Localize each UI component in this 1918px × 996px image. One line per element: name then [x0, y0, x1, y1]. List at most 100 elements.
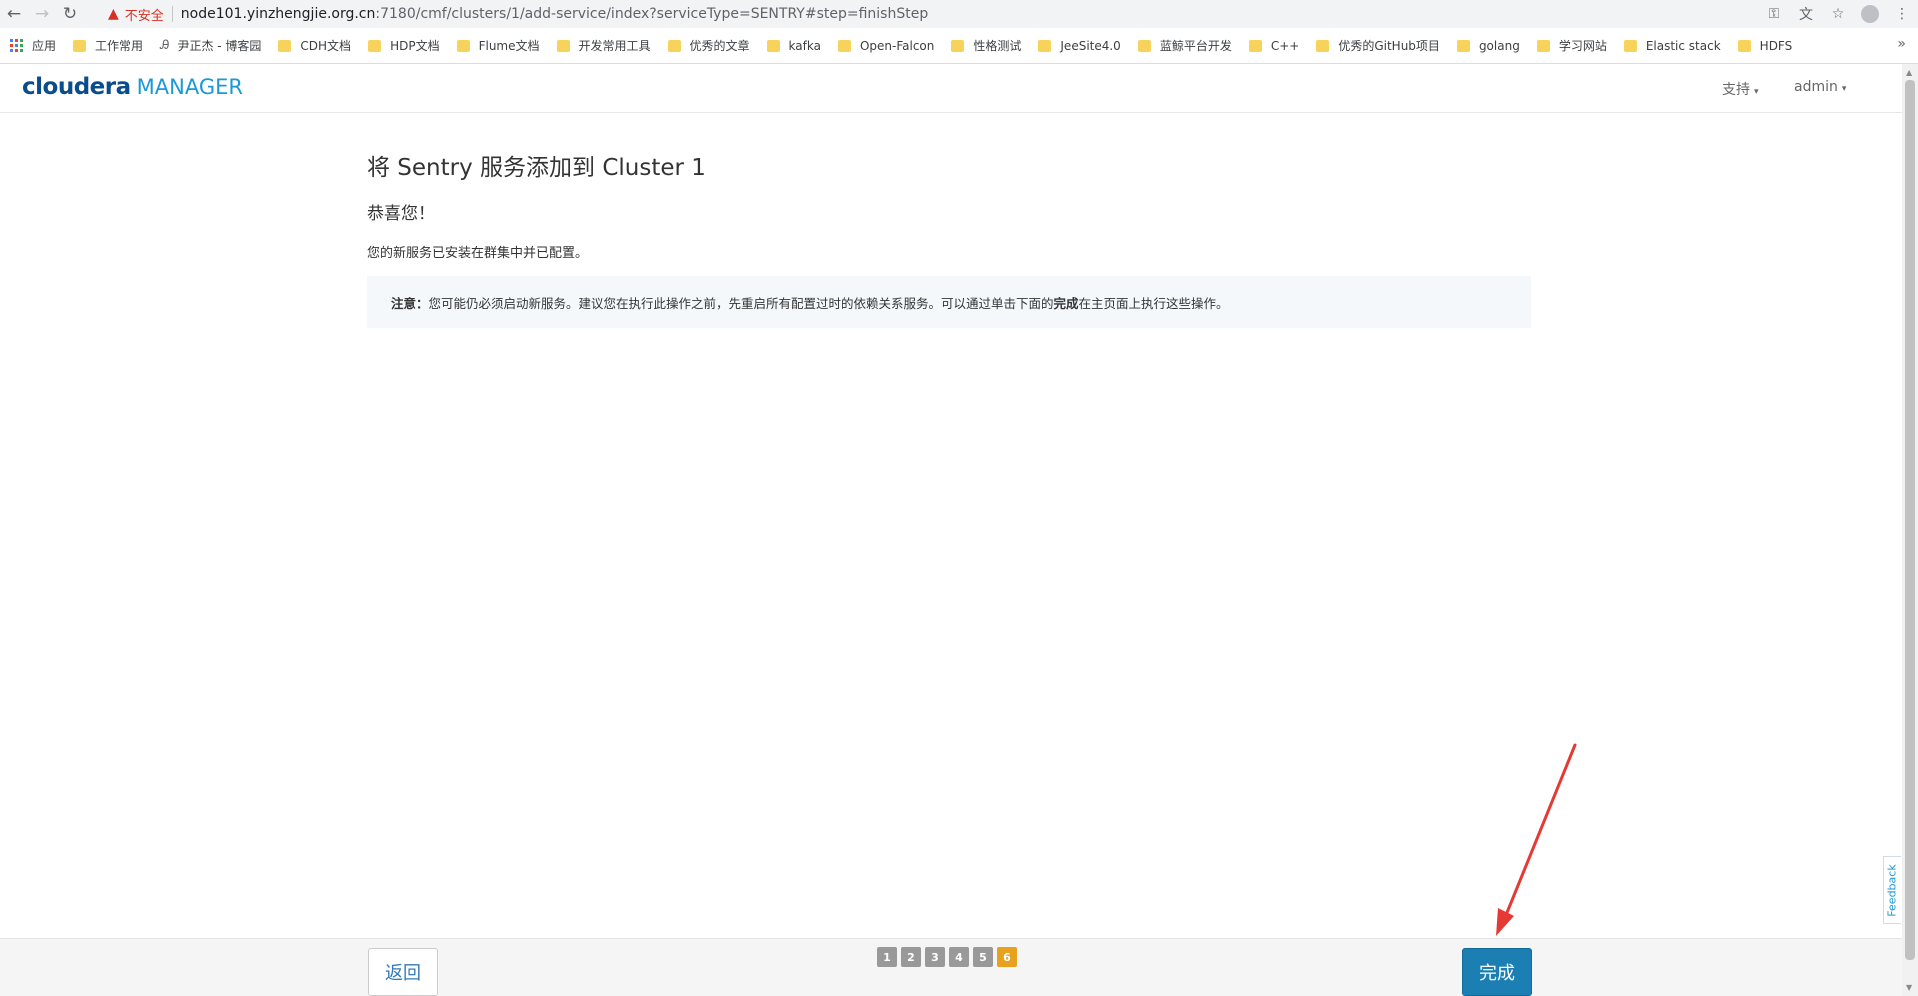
step-5[interactable]: 5	[973, 947, 993, 967]
bookmark-item[interactable]: 学习网站	[1536, 37, 1607, 54]
bookmark-item[interactable]: 优秀的文章	[667, 37, 750, 54]
bookmark-item[interactable]: HDP文档	[368, 37, 440, 54]
bookmark-item[interactable]: kafka	[766, 38, 821, 53]
back-button[interactable]: 返回	[368, 948, 438, 996]
reload-icon[interactable]: ↻	[56, 0, 84, 28]
bookmark-label: C++	[1270, 38, 1300, 53]
bookmark-label: CDH文档	[300, 39, 352, 53]
bookmarks-bar: 应用 工作常用 Ꭿ 尹正杰 - 博客园 CDH文档 HDP文档 Flume文档 开发常用工具…	[0, 28, 1918, 64]
browser-toolbar: ← → ↻ ▲ 不安全 node101.yinzhengjie.org.cn :…	[0, 0, 1918, 28]
caret-down-icon: ▾	[1841, 84, 1847, 94]
bookmark-label: 学习网站	[1558, 39, 1607, 53]
browser-menu-icon[interactable]: ⋮	[1886, 0, 1918, 28]
bookmark-label: 性格测试	[973, 39, 1022, 53]
folder-icon	[1737, 39, 1751, 52]
bookmark-item[interactable]: 工作常用	[73, 37, 143, 54]
bookmark-item[interactable]: Elastic stack	[1623, 39, 1721, 53]
bookmark-apps[interactable]: 应用	[10, 37, 56, 54]
support-menu[interactable]: 支持 ▾	[1722, 79, 1759, 99]
bookmark-label: HDFS	[1759, 38, 1793, 53]
step-6[interactable]: 6	[997, 947, 1017, 967]
cloudera-manager-logo[interactable]: cloudera MANAGER	[22, 74, 243, 100]
folder-icon	[837, 39, 851, 52]
folder-icon	[368, 39, 382, 52]
profile-avatar[interactable]	[1854, 0, 1886, 28]
folder-icon	[1248, 39, 1262, 52]
folder-icon	[73, 39, 87, 52]
page-title: 将 Sentry 服务添加到 Cluster 1	[367, 155, 706, 181]
bookmark-item[interactable]: C++	[1248, 38, 1300, 53]
annotation-arrow-icon	[1496, 743, 1577, 936]
bookmark-list: 工作常用 Ꭿ 尹正杰 - 博客园 CDH文档 HDP文档 Flume文档 开发常用工具 优秀的…	[73, 37, 1809, 54]
bookmark-label: Open-Falcon	[859, 38, 935, 53]
key-icon[interactable]: ⚿	[1758, 0, 1790, 28]
scroll-down-icon[interactable]: ▼	[1906, 983, 1912, 992]
bookmark-item[interactable]: CDH文档	[278, 37, 351, 54]
step-4[interactable]: 4	[949, 947, 969, 967]
bookmark-item[interactable]: 优秀的GitHub项目	[1316, 37, 1440, 54]
bookmark-item[interactable]: JeeSite4.0	[1038, 38, 1121, 53]
note-text-2: 在主页面上执行这些操作。	[1078, 295, 1229, 311]
bookmark-star-icon[interactable]: ☆	[1822, 0, 1854, 28]
bookmark-label: 优秀的文章	[689, 39, 750, 53]
folder-icon	[456, 39, 470, 52]
folder-icon	[556, 39, 570, 52]
bookmark-label: 尹正杰 - 博客园	[177, 39, 262, 53]
folder-icon	[951, 39, 965, 52]
step-1[interactable]: 1	[877, 947, 897, 967]
bookmark-item[interactable]: 开发常用工具	[556, 37, 651, 54]
folder-icon	[278, 39, 292, 52]
bookmark-label: golang	[1478, 38, 1520, 53]
user-label: admin	[1794, 79, 1838, 95]
bookmark-item[interactable]: Open-Falcon	[837, 38, 935, 53]
logo-sub-text: MANAGER	[136, 75, 243, 99]
step-3[interactable]: 3	[925, 947, 945, 967]
bookmark-item[interactable]: Ꭿ 尹正杰 - 博客园	[160, 37, 261, 54]
translate-icon[interactable]: 文	[1790, 0, 1822, 28]
bookmark-item[interactable]: Flume文档	[456, 37, 540, 54]
feedback-label: Feedback	[1886, 863, 1900, 917]
avatar-icon	[1861, 5, 1879, 23]
address-separator	[171, 6, 173, 22]
step-indicator: 123456	[877, 947, 1021, 967]
insecure-label[interactable]: 不安全	[125, 5, 164, 24]
folder-icon	[1536, 39, 1550, 52]
person-icon: Ꭿ	[160, 38, 170, 53]
feedback-tab[interactable]: Feedback	[1883, 856, 1901, 924]
page-scrollbar[interactable]: ▲ ▼	[1902, 64, 1918, 996]
folder-icon	[1456, 39, 1470, 52]
user-menu[interactable]: admin ▾	[1794, 79, 1846, 95]
forward-arrow-icon[interactable]: →	[28, 0, 56, 28]
folder-icon	[1137, 39, 1151, 52]
bookmark-label: JeeSite4.0	[1060, 38, 1121, 53]
scroll-thumb[interactable]	[1905, 80, 1915, 960]
support-label: 支持	[1722, 82, 1750, 98]
apps-grid-icon	[10, 39, 23, 52]
step-2[interactable]: 2	[901, 947, 921, 967]
scroll-up-icon[interactable]: ▲	[1906, 68, 1912, 77]
bookmark-item[interactable]: golang	[1456, 38, 1520, 53]
folder-icon	[667, 39, 681, 52]
finish-button[interactable]: 完成	[1462, 948, 1532, 996]
bookmark-label: 应用	[32, 39, 57, 53]
folder-icon	[1316, 39, 1330, 52]
back-arrow-icon[interactable]: ←	[0, 0, 28, 28]
bookmark-label: HDP文档	[390, 39, 440, 53]
browser-actions: ⚿ 文 ☆ ⋮	[1758, 0, 1918, 28]
bookmark-item[interactable]: 蓝鲸平台开发	[1137, 37, 1232, 54]
bookmark-label: 蓝鲸平台开发	[1159, 39, 1232, 53]
note-text-1: 您可能仍必须启动新服务。建议您在执行此操作之前，先重启所有配置过时的依赖关系服务…	[428, 295, 1054, 311]
address-bar[interactable]: ▲ 不安全 node101.yinzhengjie.org.cn :7180/c…	[108, 2, 1868, 26]
bookmark-item[interactable]: 性格测试	[951, 37, 1021, 54]
wizard-content: 将 Sentry 服务添加到 Cluster 1 恭喜您！ 您的新服务已安装在群…	[367, 148, 1531, 328]
folder-icon	[766, 39, 780, 52]
note-alert: 注意：您可能仍必须启动新服务。建议您在执行此操作之前，先重启所有配置过时的依赖关…	[367, 276, 1531, 328]
bookmark-label: Flume文档	[478, 39, 540, 53]
caret-down-icon: ▾	[1754, 87, 1759, 97]
bookmark-label: kafka	[788, 38, 821, 53]
bookmark-item[interactable]: HDFS	[1737, 38, 1793, 53]
more-bookmarks-icon[interactable]: »	[1897, 36, 1906, 52]
bookmark-label: 工作常用	[95, 39, 144, 53]
logo-main-text: cloudera	[22, 74, 131, 100]
warning-icon: ▲	[108, 6, 119, 22]
